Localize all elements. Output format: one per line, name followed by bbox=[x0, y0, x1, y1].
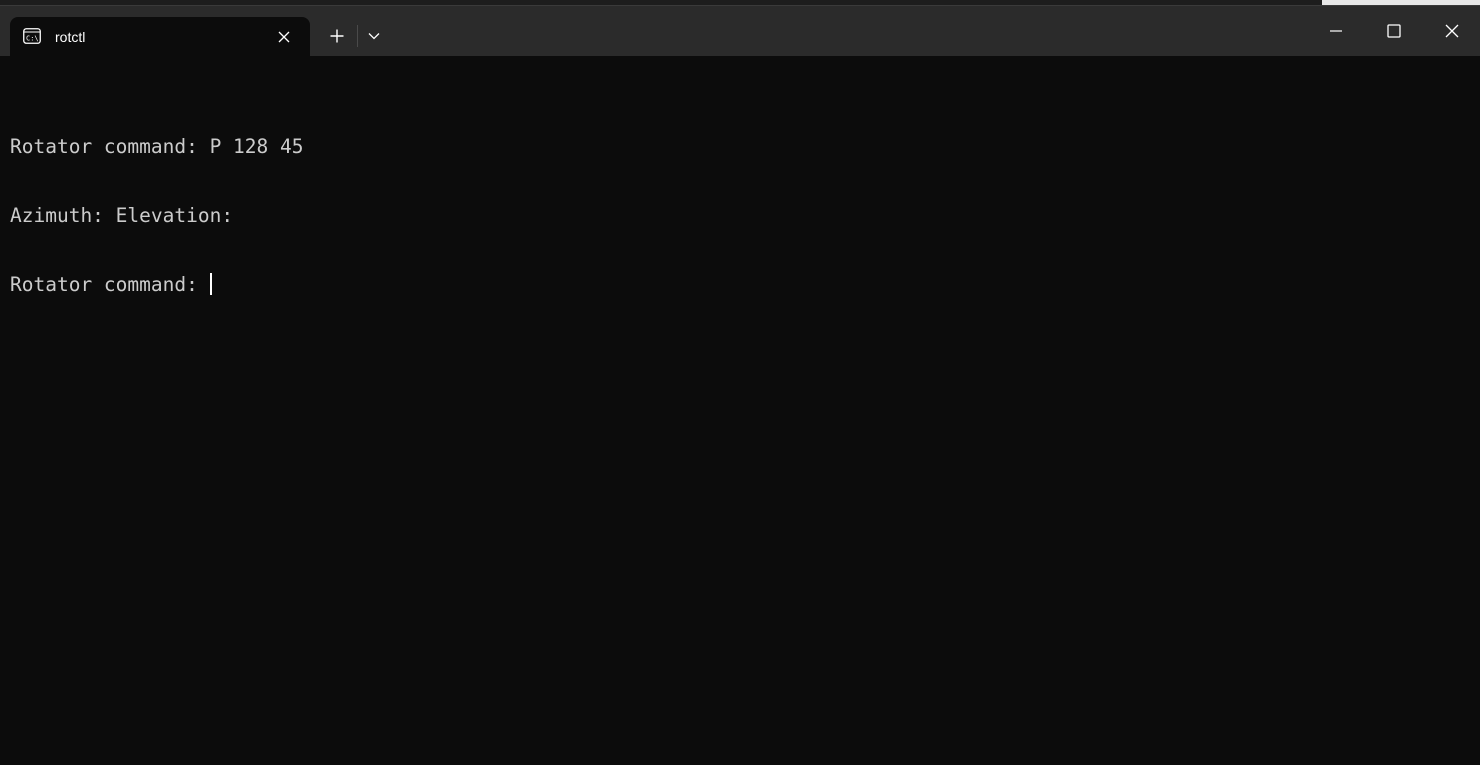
svg-text:C:\: C:\ bbox=[26, 35, 39, 43]
terminal-line: Azimuth: Elevation: bbox=[10, 204, 234, 227]
title-bar[interactable]: C:\ rotctl bbox=[0, 5, 1480, 57]
tab-title: rotctl bbox=[55, 29, 86, 45]
minimize-icon bbox=[1330, 30, 1342, 32]
tab-rotctl[interactable]: C:\ rotctl bbox=[10, 17, 310, 57]
terminal-lines: Rotator command: P 128 45 Azimuth: Eleva… bbox=[10, 89, 304, 342]
terminal-prompt-line[interactable]: Rotator command: bbox=[10, 273, 304, 296]
chevron-down-icon bbox=[368, 33, 380, 40]
cmd-prompt-icon: C:\ bbox=[23, 28, 41, 44]
terminal-prompt-text: Rotator command: bbox=[10, 273, 210, 296]
text-cursor bbox=[209, 273, 212, 295]
minimize-button[interactable] bbox=[1307, 6, 1365, 56]
terminal-output-area[interactable]: Rotator command: P 128 45 Azimuth: Eleva… bbox=[0, 56, 1480, 765]
maximize-button[interactable] bbox=[1365, 6, 1423, 56]
tab-close-button[interactable] bbox=[274, 27, 294, 47]
close-icon bbox=[278, 31, 290, 43]
window-close-button[interactable] bbox=[1423, 6, 1480, 56]
new-tab-button[interactable] bbox=[321, 20, 353, 52]
tab-dropdown-button[interactable] bbox=[358, 20, 390, 52]
plus-icon bbox=[330, 29, 344, 43]
terminal-line: Rotator command: P 128 45 bbox=[10, 135, 304, 158]
maximize-icon bbox=[1387, 24, 1401, 38]
terminal-window: C:\ rotctl Rotator command: P 128 45 Azi… bbox=[0, 0, 1480, 765]
close-icon bbox=[1445, 24, 1459, 38]
